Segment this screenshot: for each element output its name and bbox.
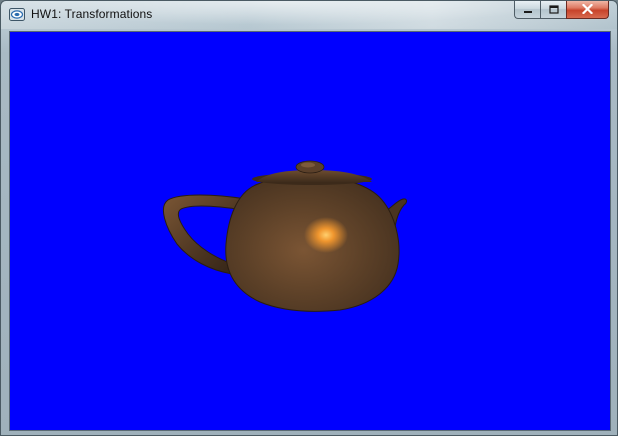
maximize-icon: [548, 1, 559, 19]
close-button[interactable]: [566, 1, 609, 19]
render-canvas[interactable]: [9, 31, 611, 431]
minimize-icon: [523, 1, 533, 19]
minimize-button[interactable]: [514, 1, 540, 19]
close-icon: [581, 1, 594, 19]
teapot-lid: [252, 160, 372, 185]
opengl-app-icon: [9, 8, 25, 21]
window-title: HW1: Transformations: [31, 7, 153, 21]
title-bar[interactable]: HW1: Transformations: [1, 1, 617, 29]
window-controls: [514, 1, 609, 20]
app-window: HW1: Transformations: [0, 0, 618, 436]
specular-highlight: [304, 217, 348, 253]
viewport: [10, 32, 610, 430]
teapot-body: [225, 175, 400, 312]
maximize-button[interactable]: [540, 1, 566, 19]
teapot-scene: [163, 160, 407, 312]
